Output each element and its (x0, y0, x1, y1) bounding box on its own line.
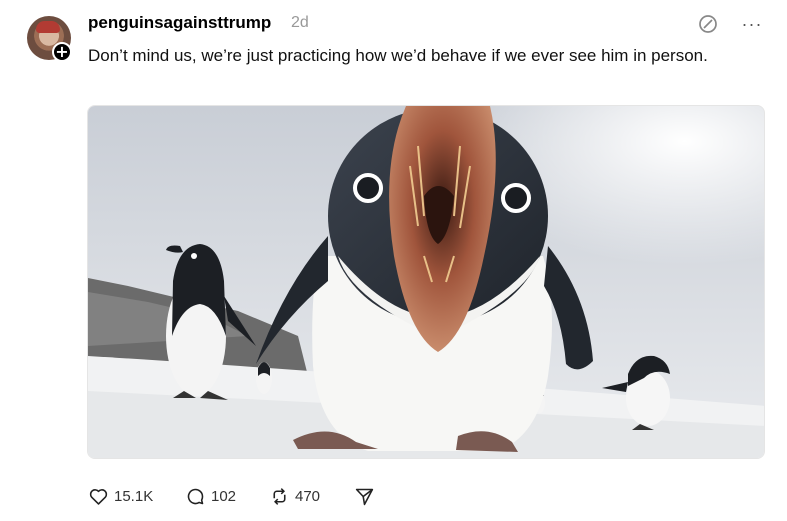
repost-icon (273, 487, 286, 505)
share-icon (355, 488, 374, 505)
share-button[interactable] (354, 484, 380, 508)
more-icon[interactable]: ··· (741, 13, 763, 35)
penguin-photo (88, 106, 764, 458)
post-image[interactable] (87, 105, 765, 459)
avatar-cap (36, 21, 60, 33)
post-caption: Don’t mind us, we’re just practicing how… (88, 46, 708, 65)
repost-count: 470 (295, 487, 321, 505)
like-count: 15.1K (114, 487, 154, 505)
reply-icon (187, 488, 204, 504)
username[interactable]: penguinsagainsttrump (88, 13, 271, 33)
repost-button[interactable]: 470 (269, 484, 320, 508)
heart-icon (89, 488, 108, 505)
reply-count: 102 (211, 487, 237, 505)
thread-post: + penguinsagainsttrump 2d ··· Don’t mind… (0, 0, 787, 521)
follow-button[interactable]: + (52, 42, 72, 62)
reply-button[interactable]: 102 (185, 484, 236, 508)
like-button[interactable]: 15.1K (88, 484, 153, 508)
no-entry-icon[interactable] (697, 13, 719, 35)
post-time: 2d (291, 14, 309, 31)
